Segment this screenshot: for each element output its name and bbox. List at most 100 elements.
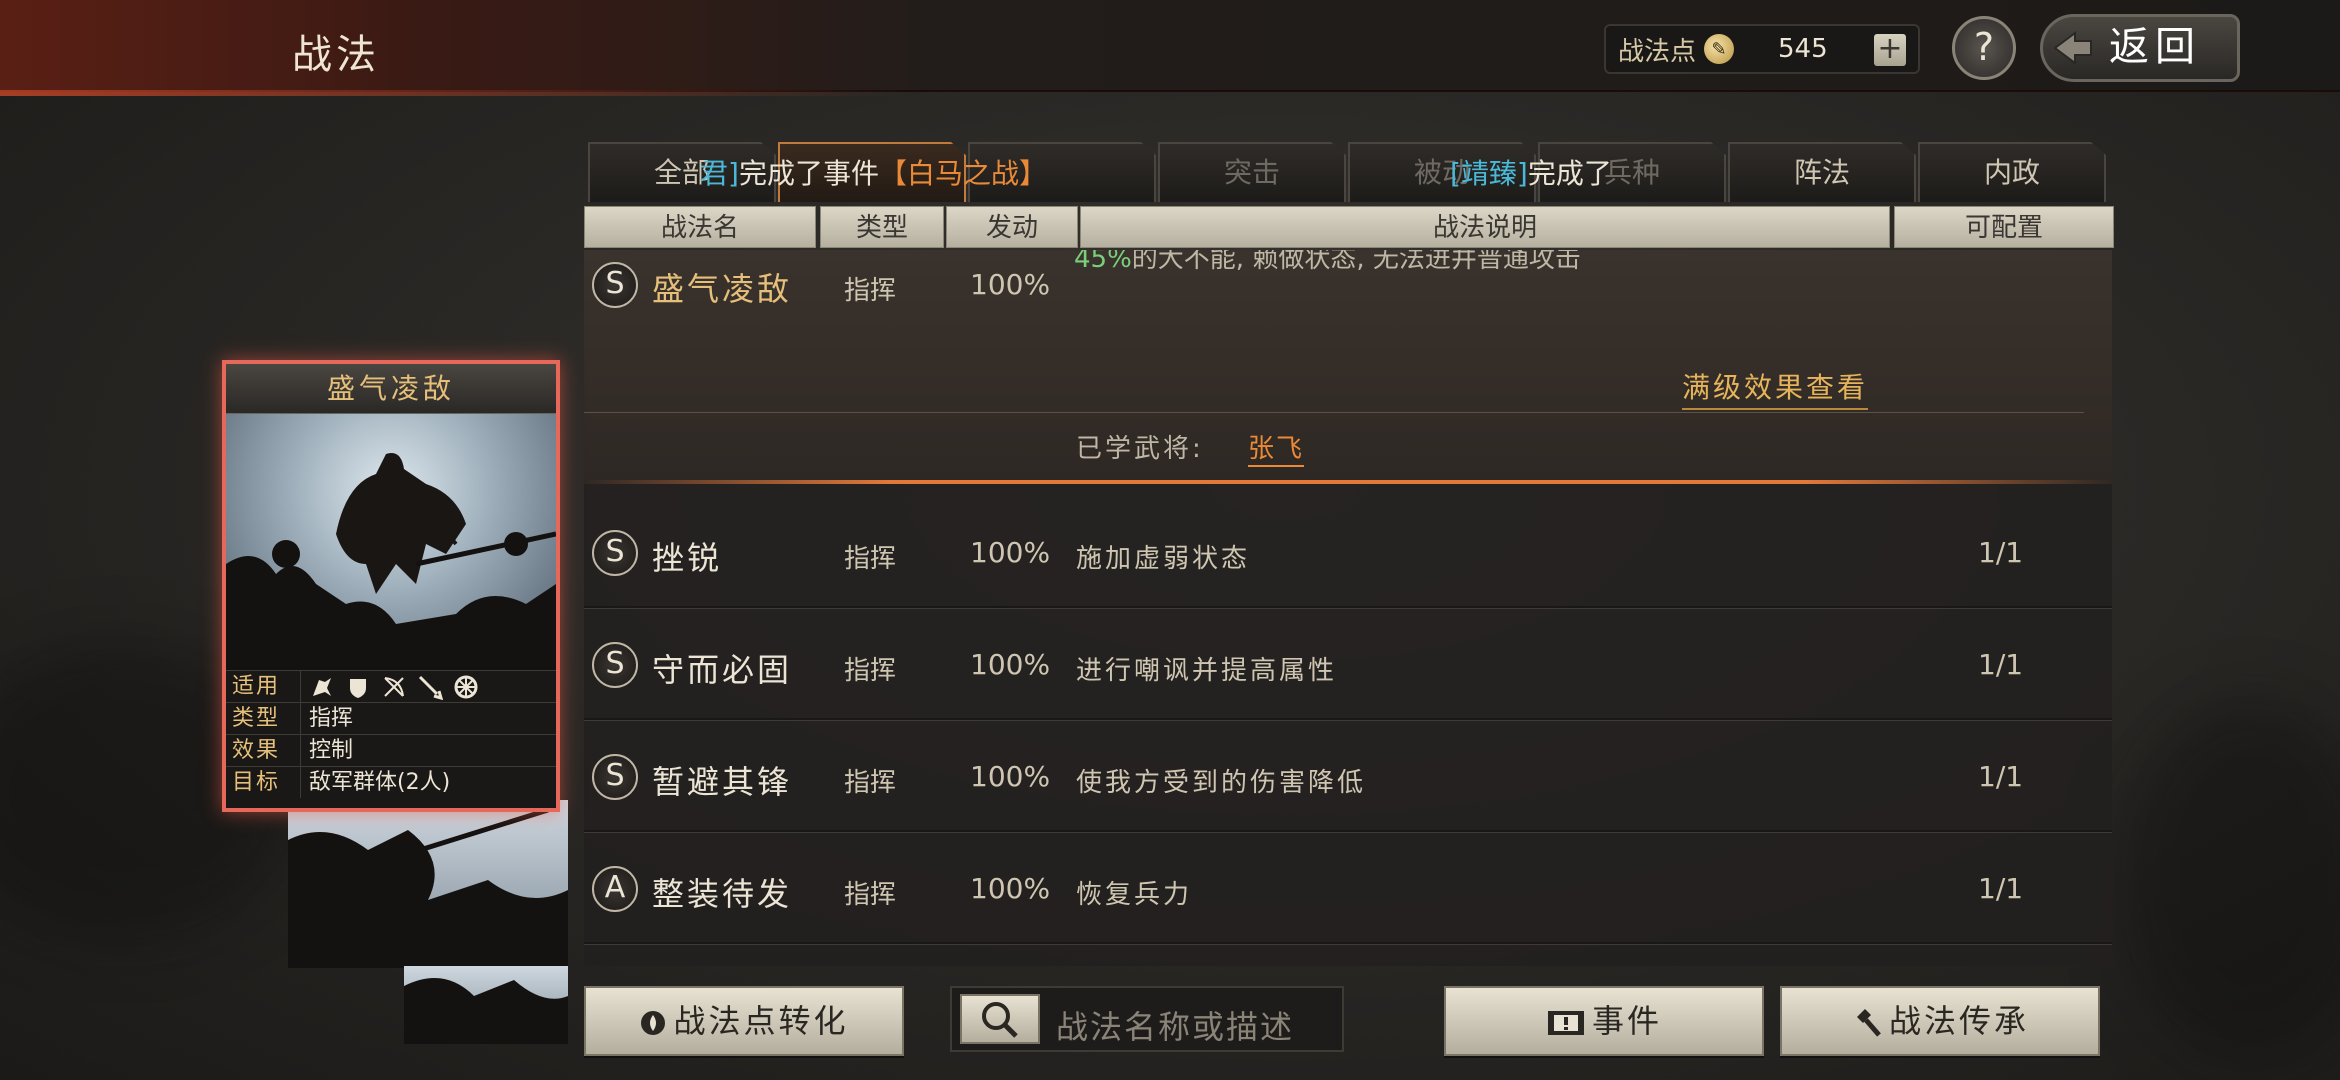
tactic-row[interactable]: S 暂避其锋 指挥 100% 使我方受到的伤害降低 1/1 <box>584 724 2112 833</box>
target-key: 目标 <box>232 770 281 795</box>
tactic-inherit-label: 战法传承 <box>1888 1002 2029 1040</box>
top-bar: 战法 战法点 ✎ 545 + ? 返回 <box>0 0 2340 96</box>
full-effect-link[interactable]: 满级效果查看 <box>1682 366 1869 410</box>
search-button[interactable] <box>960 994 1040 1044</box>
back-button[interactable]: 返回 <box>2040 14 2240 82</box>
tactic-points-label: 战法点 <box>1618 36 1697 67</box>
ticker-text: 完成了事件 <box>738 157 879 190</box>
card-title: 盛气凌敌 <box>226 364 556 414</box>
tactic-card[interactable]: 盛气凌敌 适用 类型 指挥 效果 控制 目标 敌军群体(2人) <box>222 360 560 812</box>
hammer-icon <box>1856 1009 1881 1037</box>
grade-badge: A <box>592 866 638 912</box>
target-value: 敌军群体(2人) <box>300 767 556 798</box>
tactic-desc: 恢复兵力 <box>1076 880 1193 910</box>
column-header-name[interactable]: 战法名 <box>584 206 816 248</box>
tactic-row[interactable]: A 整装待发 指挥 100% 恢复兵力 1/1 <box>584 836 2112 945</box>
tab-formation[interactable]: 阵法 <box>1728 142 1916 202</box>
type-key: 类型 <box>232 706 281 731</box>
column-header-config[interactable]: 可配置 <box>1894 206 2114 248</box>
learned-generals-label: 已学武将: <box>1076 434 1204 464</box>
effect-value: 控制 <box>300 735 556 766</box>
grade-badge: S <box>592 530 638 576</box>
cavalry-icon <box>313 677 331 696</box>
tactic-name: 暂避其锋 <box>652 763 793 801</box>
ticker-player: 君] <box>700 157 739 190</box>
tactic-count: 1/1 <box>1978 536 2024 569</box>
drop-icon <box>641 1011 666 1035</box>
card-art <box>226 414 556 670</box>
type-value: 指挥 <box>300 703 556 734</box>
apply-icons <box>300 671 556 702</box>
help-button[interactable]: ? <box>1952 16 2016 80</box>
expanded-desc-clipped: 45%的大不能, 赖做状态, 无法进井普通攻击 <box>1074 250 1581 274</box>
divider <box>584 412 2084 413</box>
convert-points-button[interactable]: 战法点转化 <box>584 986 904 1056</box>
tactic-count: 1/1 <box>1978 872 2024 905</box>
tactic-rate: 100% <box>970 536 1051 569</box>
tactic-rate: 100% <box>970 268 1051 301</box>
ticker-event: 【白马之战】 <box>878 157 1047 190</box>
shield-icon <box>350 678 366 698</box>
battle-silhouette-art <box>404 978 568 1044</box>
ticker-player-2: [靖臻] <box>1450 157 1528 190</box>
battle-silhouette-art <box>288 807 568 968</box>
events-button[interactable]: 事件 <box>1444 986 1764 1056</box>
column-header-desc: 战法说明 <box>1080 206 1890 248</box>
card-info: 适用 类型 指挥 效果 控制 目标 敌军群体(2人) <box>226 670 556 798</box>
tactic-rate: 100% <box>970 872 1051 905</box>
tactic-row[interactable]: S 挫锐 指挥 100% 施加虚弱状态 1/1 <box>584 500 2112 609</box>
search-box: 战法名称或描述 <box>950 986 1344 1052</box>
events-label: 事件 <box>1591 1002 1662 1040</box>
cavalry-charge-art <box>226 453 556 670</box>
tactic-desc: 施加虚弱状态 <box>1076 544 1251 574</box>
tactic-type: 指挥 <box>844 768 897 798</box>
effect-key: 效果 <box>232 738 281 763</box>
column-header-type[interactable]: 类型 <box>820 206 944 248</box>
tactic-name: 挫锐 <box>652 539 723 577</box>
tactic-rate: 100% <box>970 648 1051 681</box>
tactic-point-coin-icon: ✎ <box>1704 34 1735 64</box>
grade-badge: S <box>592 754 638 800</box>
tactic-name: 整装待发 <box>652 875 793 913</box>
add-points-button[interactable]: + <box>1874 34 1906 66</box>
tactic-list[interactable]: 45%的大不能, 赖做状态, 无法进井普通攻击 S 盛气凌敌 指挥 100% 满… <box>584 250 2112 966</box>
tactic-points-box: 战法点 ✎ 545 + <box>1604 24 1920 74</box>
tactic-type: 指挥 <box>844 656 897 686</box>
expanded-tactic-row[interactable]: 45%的大不能, 赖做状态, 无法进井普通攻击 S 盛气凌敌 指挥 100% 满… <box>584 250 2112 484</box>
tactic-desc: 进行嘲讽并提高属性 <box>1076 656 1338 686</box>
apply-key: 适用 <box>232 674 281 699</box>
tactic-points-value: 545 <box>1778 34 1828 64</box>
tactic-name: 盛气凌敌 <box>652 270 793 308</box>
tactic-type: 指挥 <box>844 544 897 574</box>
page-title: 战法 <box>292 32 380 78</box>
tactic-name: 守而必固 <box>652 651 793 689</box>
grade-badge: S <box>592 642 638 688</box>
tactic-type: 指挥 <box>844 276 897 306</box>
grade-badge: S <box>592 262 638 308</box>
tactic-count: 1/1 <box>1978 648 2024 681</box>
search-input[interactable]: 战法名称或描述 <box>1056 1002 1294 1048</box>
ticker-text-2: 完成了 <box>1527 157 1612 190</box>
spear-icon <box>418 675 443 700</box>
card-stack-back <box>404 966 568 1044</box>
convert-points-label: 战法点转化 <box>673 1002 849 1040</box>
column-header-rate[interactable]: 发动 <box>946 206 1078 248</box>
wheel-icon <box>454 675 478 698</box>
tactic-rate: 100% <box>970 760 1051 793</box>
tactic-count: 1/1 <box>1978 760 2024 793</box>
tab-internal[interactable]: 内政 <box>1918 142 2106 202</box>
tactic-desc: 使我方受到的伤害降低 <box>1076 768 1367 798</box>
bow-icon <box>384 676 404 697</box>
background-ink <box>2120 700 2340 1060</box>
back-arrow-icon <box>2053 31 2092 65</box>
search-icon <box>982 1002 1018 1038</box>
tab-assault[interactable]: 突击 <box>1158 142 1346 202</box>
tactic-inherit-button[interactable]: 战法传承 <box>1780 986 2100 1056</box>
notice-icon <box>1547 1011 1584 1035</box>
tactic-type: 指挥 <box>844 880 897 910</box>
event-ticker-2: [靖臻]完成了 <box>1450 152 1612 192</box>
event-ticker: 君]完成了事件【白马之战】 <box>700 152 1047 192</box>
learned-general-link[interactable]: 张飞 <box>1248 428 1305 467</box>
card-stack-back <box>288 800 568 968</box>
tactic-row[interactable]: S 守而必固 指挥 100% 进行嘲讽并提高属性 1/1 <box>584 612 2112 721</box>
